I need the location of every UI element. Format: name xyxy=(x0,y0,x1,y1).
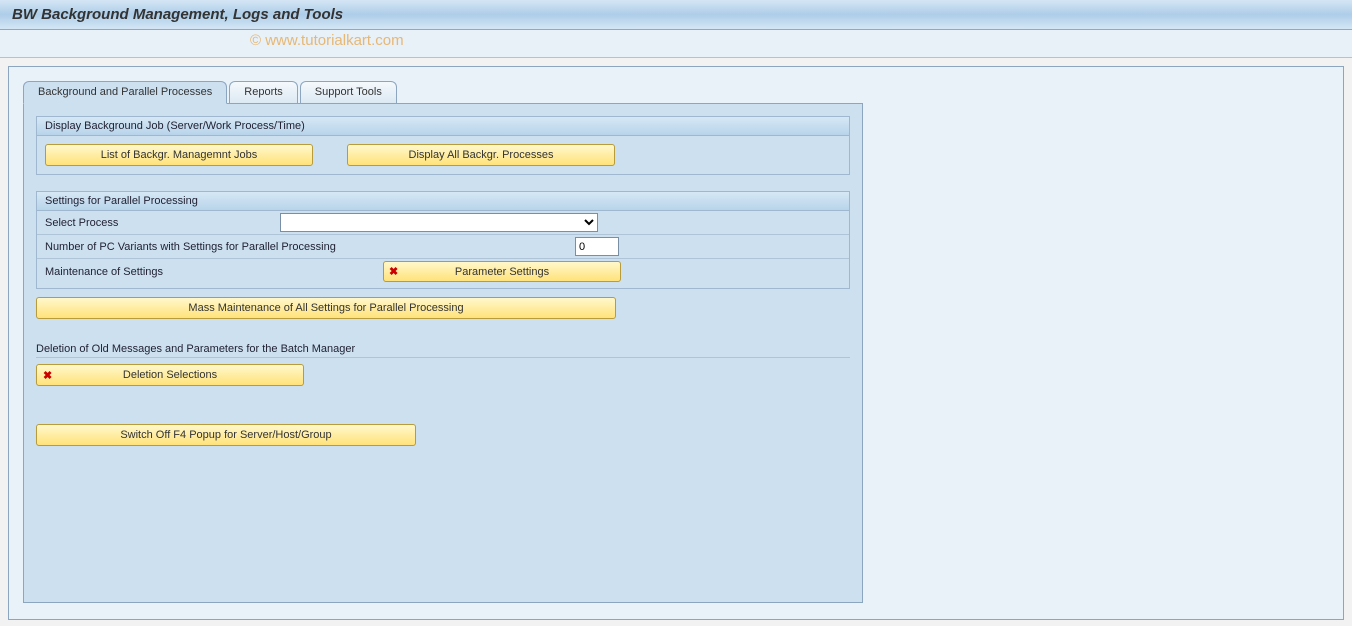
content-area: Background and Parallel Processes Report… xyxy=(8,66,1344,620)
tab-reports[interactable]: Reports xyxy=(229,81,298,103)
maintenance-label: Maintenance of Settings xyxy=(45,266,383,278)
display-all-backgr-button[interactable]: Display All Backgr. Processes xyxy=(347,144,615,166)
group-parallel-settings: Settings for Parallel Processing Select … xyxy=(36,191,850,289)
list-backgr-jobs-button[interactable]: List of Backgr. Managemnt Jobs xyxy=(45,144,313,166)
deletion-section-header: Deletion of Old Messages and Parameters … xyxy=(36,341,850,358)
switch-off-f4-button[interactable]: Switch Off F4 Popup for Server/Host/Grou… xyxy=(36,424,416,446)
deletion-selections-button[interactable]: ✖ Deletion Selections xyxy=(36,364,304,386)
cancel-icon: ✖ xyxy=(43,369,52,382)
tab-strip: Background and Parallel Processes Report… xyxy=(23,81,1343,103)
parameter-settings-label: Parameter Settings xyxy=(455,266,549,278)
pc-variants-input[interactable] xyxy=(575,237,619,256)
deletion-selections-label: Deletion Selections xyxy=(123,369,217,381)
app-window: BW Background Management, Logs and Tools… xyxy=(0,0,1352,626)
app-toolbar xyxy=(0,30,1352,58)
row-pc-variants: Number of PC Variants with Settings for … xyxy=(37,234,849,258)
group-display-background-job: Display Background Job (Server/Work Proc… xyxy=(36,116,850,175)
group-header-display-bg: Display Background Job (Server/Work Proc… xyxy=(37,117,849,136)
tab-background-processes[interactable]: Background and Parallel Processes xyxy=(23,81,227,104)
switch-row: Switch Off F4 Popup for Server/Host/Grou… xyxy=(36,386,850,446)
group-body-display-bg: List of Backgr. Managemnt Jobs Display A… xyxy=(37,136,849,174)
select-process-dropdown[interactable] xyxy=(280,213,598,232)
title-bar: BW Background Management, Logs and Tools xyxy=(0,0,1352,30)
row-maintenance: Maintenance of Settings ✖ Parameter Sett… xyxy=(37,258,849,288)
window-title: BW Background Management, Logs and Tools xyxy=(12,6,343,23)
tab-panel-background: Display Background Job (Server/Work Proc… xyxy=(23,103,863,603)
mass-maintenance-button[interactable]: Mass Maintenance of All Settings for Par… xyxy=(36,297,616,319)
pc-variants-label: Number of PC Variants with Settings for … xyxy=(45,241,575,253)
tab-support-tools[interactable]: Support Tools xyxy=(300,81,397,103)
select-process-label: Select Process xyxy=(45,217,280,229)
group-header-parallel: Settings for Parallel Processing xyxy=(37,192,849,211)
row-select-process: Select Process xyxy=(37,211,849,234)
parameter-settings-button[interactable]: ✖ Parameter Settings xyxy=(383,261,621,282)
cancel-icon: ✖ xyxy=(389,265,398,278)
